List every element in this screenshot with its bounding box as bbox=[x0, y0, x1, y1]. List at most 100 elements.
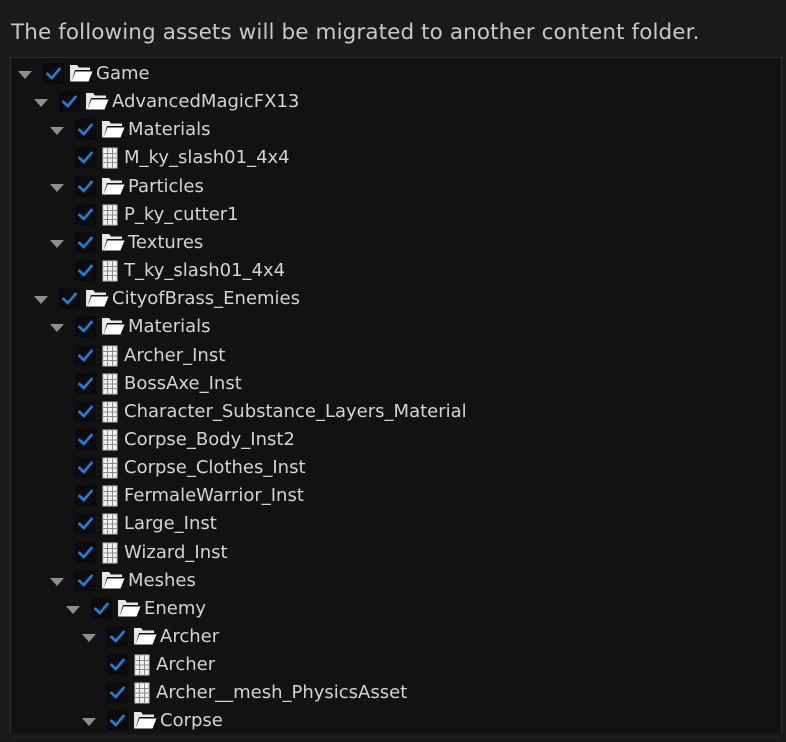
tree-asset-row[interactable]: Corpse_Clothes_Inst bbox=[11, 454, 771, 482]
checkbox[interactable] bbox=[107, 626, 128, 647]
checkbox[interactable] bbox=[75, 569, 96, 591]
folder-open-icon bbox=[101, 119, 125, 143]
tree-asset-row[interactable]: T_ky_slash01_4x4 bbox=[11, 257, 771, 285]
folder-open-icon bbox=[101, 316, 125, 340]
tree-folder-row[interactable]: Game bbox=[11, 60, 771, 88]
expand-chevron-icon[interactable] bbox=[66, 605, 80, 614]
tree-asset-row[interactable]: BossAxe_Inst bbox=[11, 370, 771, 398]
asset-file-icon bbox=[102, 204, 118, 230]
tree-item-label: P_ky_cutter1 bbox=[124, 203, 239, 225]
tree-item-label: Materials bbox=[128, 119, 211, 141]
dialog-header: The following assets will be migrated to… bbox=[11, 20, 700, 45]
tree-item-label: Game bbox=[96, 63, 150, 84]
asset-file-icon bbox=[102, 345, 118, 371]
expand-chevron-icon[interactable] bbox=[50, 577, 64, 586]
tree-asset-row[interactable]: Archer__mesh_PhysicsAsset bbox=[11, 679, 771, 707]
tree-item-label: Corpse_Clothes_Inst bbox=[124, 457, 306, 479]
asset-file-icon bbox=[102, 260, 118, 286]
checkbox[interactable] bbox=[107, 682, 128, 704]
checkbox[interactable] bbox=[75, 316, 96, 338]
tree-item-label: Corpse_Body_Inst2 bbox=[124, 428, 295, 450]
folder-open-icon bbox=[101, 176, 125, 200]
tree-item-label: Corpse bbox=[160, 710, 223, 732]
tree-item-label: Archer__mesh_PhysicsAsset bbox=[156, 682, 408, 704]
tree-asset-row[interactable]: Wizard_Inst bbox=[11, 539, 771, 567]
tree-item-label: Meshes bbox=[128, 569, 196, 591]
checkbox[interactable] bbox=[75, 428, 96, 450]
tree-folder-row[interactable]: Meshes bbox=[11, 567, 771, 595]
tree-item-label: Enemy bbox=[144, 597, 207, 619]
tree-asset-row[interactable]: M_ky_slash01_4x4 bbox=[11, 144, 771, 172]
checkbox[interactable] bbox=[107, 710, 128, 732]
checkbox[interactable] bbox=[75, 485, 96, 507]
checkbox[interactable] bbox=[107, 654, 128, 676]
tree-folder-row[interactable]: AdvancedMagicFX13 bbox=[11, 88, 771, 116]
asset-file-icon bbox=[102, 513, 118, 539]
asset-file-icon bbox=[102, 429, 118, 455]
expand-chevron-icon[interactable] bbox=[50, 239, 64, 248]
checkbox[interactable] bbox=[75, 147, 96, 169]
tree-folder-row[interactable]: Particles bbox=[11, 173, 771, 201]
tree-asset-row[interactable]: P_ky_cutter1 bbox=[11, 201, 771, 229]
tree-item-label: Materials bbox=[128, 316, 211, 338]
asset-file-icon bbox=[102, 373, 118, 399]
tree-folder-row[interactable]: CityofBrass_Enemies bbox=[11, 285, 771, 313]
tree-item-label: Archer bbox=[156, 654, 216, 676]
folder-open-icon bbox=[133, 626, 157, 650]
checkbox[interactable] bbox=[75, 541, 96, 563]
tree-item-label: Wizard_Inst bbox=[124, 541, 228, 563]
checkbox[interactable] bbox=[91, 597, 112, 619]
checkbox[interactable] bbox=[75, 203, 96, 225]
tree-folder-row[interactable]: Enemy bbox=[11, 595, 771, 623]
expand-chevron-icon[interactable] bbox=[50, 183, 64, 192]
tree-folder-row[interactable]: Archer bbox=[11, 623, 771, 651]
tree-asset-row[interactable]: Large_Inst bbox=[11, 510, 771, 538]
checkbox[interactable] bbox=[75, 260, 96, 282]
tree-item-label: M_ky_slash01_4x4 bbox=[124, 147, 290, 169]
asset-file-icon bbox=[102, 147, 118, 173]
expand-chevron-icon[interactable] bbox=[50, 127, 64, 136]
folder-open-icon bbox=[133, 710, 157, 734]
panel-bottom-edge bbox=[0, 734, 786, 741]
tree-item-label: Large_Inst bbox=[124, 513, 217, 535]
tree-item-label: CityofBrass_Enemies bbox=[112, 288, 301, 310]
checkbox[interactable] bbox=[75, 344, 96, 366]
tree-item-label: FermaleWarrior_Inst bbox=[124, 485, 304, 507]
checkbox[interactable] bbox=[43, 63, 64, 84]
asset-file-icon bbox=[102, 542, 118, 568]
tree-folder-row[interactable]: Corpse bbox=[11, 707, 771, 735]
checkbox[interactable] bbox=[75, 231, 96, 253]
tree-folder-row[interactable]: Textures bbox=[11, 229, 771, 257]
tree-item-label: Archer bbox=[160, 626, 220, 647]
folder-open-icon bbox=[117, 598, 141, 622]
tree-asset-row[interactable]: Corpse_Body_Inst2 bbox=[11, 426, 771, 454]
tree-asset-row[interactable]: Archer_Inst bbox=[11, 342, 771, 370]
tree-item-label: Archer_Inst bbox=[124, 344, 226, 366]
expand-chevron-icon[interactable] bbox=[82, 634, 96, 642]
tree-asset-row[interactable]: Character_Substance_Layers_Material bbox=[11, 398, 771, 426]
tree-asset-row[interactable]: FermaleWarrior_Inst bbox=[11, 482, 771, 510]
checkbox[interactable] bbox=[75, 400, 96, 422]
expand-chevron-icon[interactable] bbox=[34, 296, 48, 305]
tree-folder-row[interactable]: Materials bbox=[11, 116, 771, 144]
checkbox[interactable] bbox=[59, 288, 80, 310]
checkbox[interactable] bbox=[75, 457, 96, 479]
checkbox[interactable] bbox=[75, 372, 96, 394]
expand-chevron-icon[interactable] bbox=[18, 71, 32, 79]
tree-item-label: Character_Substance_Layers_Material bbox=[124, 400, 467, 422]
expand-chevron-icon[interactable] bbox=[50, 324, 64, 333]
tree-item-label: AdvancedMagicFX13 bbox=[112, 91, 300, 113]
expand-chevron-icon[interactable] bbox=[82, 718, 96, 727]
expand-chevron-icon[interactable] bbox=[34, 99, 48, 108]
tree-asset-row[interactable]: Archer bbox=[11, 651, 771, 679]
folder-open-icon bbox=[101, 232, 125, 256]
checkbox[interactable] bbox=[75, 513, 96, 535]
asset-file-icon bbox=[102, 485, 118, 511]
checkbox[interactable] bbox=[59, 91, 80, 113]
folder-open-icon bbox=[85, 288, 109, 312]
checkbox[interactable] bbox=[75, 119, 96, 141]
checkbox[interactable] bbox=[75, 175, 96, 197]
tree-item-label: Particles bbox=[128, 175, 204, 197]
tree-folder-row[interactable]: Materials bbox=[11, 313, 771, 341]
asset-file-icon bbox=[134, 654, 150, 680]
